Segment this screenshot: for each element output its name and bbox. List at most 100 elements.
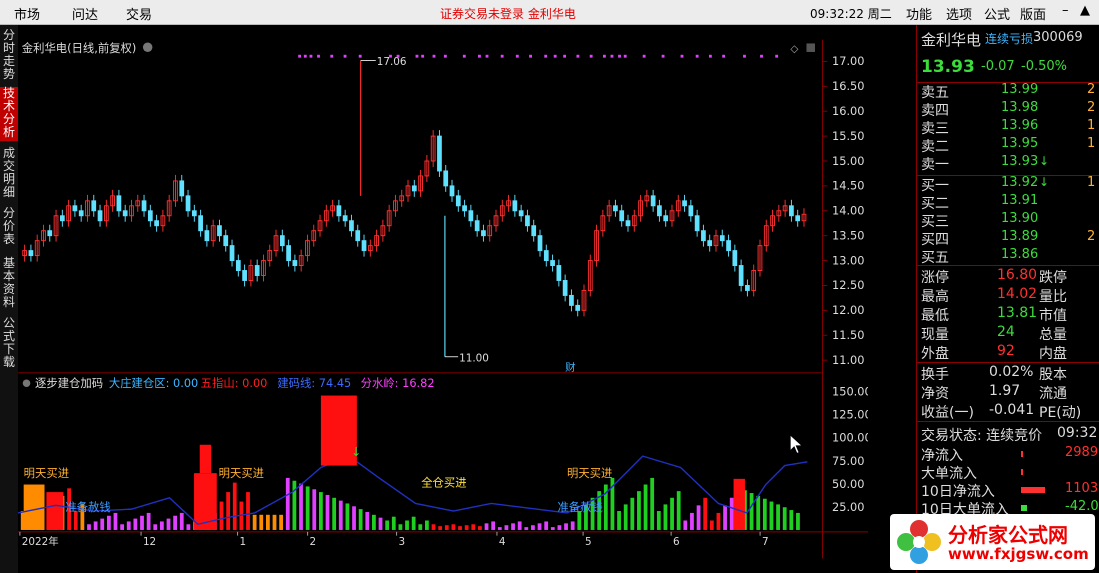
flow-label: 大单流入 xyxy=(921,466,977,482)
indicator-dropdown-icon[interactable] xyxy=(22,379,31,388)
flow-value: 2989 xyxy=(1065,445,1099,460)
stat-label: 现量 xyxy=(921,327,949,343)
tab-price-table[interactable]: 分价表 xyxy=(0,207,18,249)
indicator-tick: 150.00 xyxy=(832,385,868,399)
kline-chart[interactable]: 金利华电(日线,前复权) ◇ 17.00 16.50 16.00 15.50 15.00… xyxy=(18,25,868,573)
stat-label-2: 总量 xyxy=(1039,327,1067,343)
indicator-tick: 50.00 xyxy=(832,477,864,491)
stat2-value: -0.041 xyxy=(989,402,1035,418)
price-tick: 16.00 xyxy=(832,104,864,118)
bid-price: 13.90 xyxy=(1001,211,1039,226)
logo-title: 分析家公式网 xyxy=(948,523,1068,547)
price-tick: 13.50 xyxy=(832,228,864,242)
left-tab-bar: 分时走势 技术分析 成交明细 分价表 基本资料 公式下载 xyxy=(0,25,18,573)
down-arrow-icon: ↓ xyxy=(1039,154,1050,168)
menu-market[interactable]: 市场 xyxy=(14,4,40,23)
indicator-tick: 100.00 xyxy=(832,431,868,445)
ask-label: 卖一 xyxy=(921,157,949,173)
menu-function[interactable]: 功能 xyxy=(906,4,932,23)
price-tick: 15.00 xyxy=(832,154,864,168)
ask-label: 卖五 xyxy=(921,85,949,101)
ask-vol: 2 xyxy=(1087,82,1096,97)
maximize-icon[interactable]: ▲ xyxy=(1080,3,1090,18)
stat-value: 14.02 xyxy=(997,286,1038,302)
stat-label-2: 量比 xyxy=(1039,289,1067,305)
menu-options[interactable]: 选项 xyxy=(946,4,972,23)
menu-wenda[interactable]: 问达 xyxy=(72,4,98,23)
price-tick: 12.00 xyxy=(832,303,864,317)
bid-label: 买四 xyxy=(921,232,949,248)
stat2-label: 换手 xyxy=(921,367,949,383)
stock-code: 300069 xyxy=(1033,30,1083,45)
change-pct: -0.50% xyxy=(1021,59,1067,74)
flow-value: 1103 xyxy=(1065,481,1099,496)
stat-value: 16.80 xyxy=(997,267,1038,283)
stat2-label-2: 流通 xyxy=(1039,386,1067,402)
low-label: 11.00 xyxy=(459,352,489,364)
annotation-buy-2: 明天买进 xyxy=(219,466,264,480)
menu-formula[interactable]: 公式 xyxy=(984,4,1010,23)
bid-price: 13.86 xyxy=(1001,247,1039,262)
price-tick: 15.50 xyxy=(832,129,864,143)
menu-trade[interactable]: 交易 xyxy=(126,4,152,23)
flow-bar xyxy=(1021,505,1027,511)
stat2-label: 收益(一) xyxy=(921,405,974,421)
loss-tag: 连续亏损 xyxy=(985,32,1034,46)
stat2-label-2: PE(动) xyxy=(1039,405,1082,421)
minimize-icon[interactable]: – xyxy=(1062,3,1069,18)
flow-label: 10日净流入 xyxy=(921,484,995,500)
tab-trades[interactable]: 成交明细 xyxy=(0,147,18,201)
tab-formula-download[interactable]: 公式下载 xyxy=(0,317,18,371)
candle xyxy=(437,130,442,177)
stat-value: 92 xyxy=(997,343,1015,359)
bid-price: 13.91 xyxy=(1001,193,1039,208)
down-arrow-icon: ↓ xyxy=(351,445,361,459)
x-tick: 12 xyxy=(143,536,156,548)
logo-url: www.fxjgsw.com xyxy=(948,545,1089,563)
bid-label: 买一 xyxy=(921,178,949,194)
price-tick: 14.50 xyxy=(832,179,864,193)
dropdown-icon[interactable] xyxy=(142,42,153,52)
stat-label-2: 内盘 xyxy=(1039,346,1067,362)
tab-technical[interactable]: 技术分析 xyxy=(0,87,18,141)
x-tick: 5 xyxy=(585,536,592,548)
ask-label: 卖三 xyxy=(921,121,949,137)
tab-intraday[interactable]: 分时走势 xyxy=(0,29,18,83)
annotation-buy-3: 明天买进 xyxy=(567,466,612,480)
ask-label: 卖二 xyxy=(921,139,949,155)
ask-vol: 1 xyxy=(1087,136,1096,151)
panel-settings-icon[interactable] xyxy=(806,43,815,52)
stat-label-2: 跌停 xyxy=(1039,270,1067,286)
x-tick: 2022年 xyxy=(22,535,59,548)
ask-price: 13.93 xyxy=(1001,154,1039,169)
indicator-tick: 75.00 xyxy=(832,454,864,468)
diamond-icon[interactable]: ◇ xyxy=(790,43,798,55)
bid-price: 13.89 xyxy=(1001,229,1039,244)
fin-marker[interactable]: 财 xyxy=(565,361,575,374)
annotation-prepare-1: 准备赦钱 xyxy=(65,500,110,514)
param-fenshuiling: 分水岭: 16.82 xyxy=(361,376,435,390)
stock-name: 金利华电 xyxy=(921,31,982,49)
tab-profile[interactable]: 基本资料 xyxy=(0,257,18,311)
change: -0.07 xyxy=(981,59,1015,74)
ask-price: 13.95 xyxy=(1001,136,1039,151)
menu-layout[interactable]: 版面 xyxy=(1020,4,1046,23)
param-daozhuang: 大庄建仓区: 0.00 xyxy=(109,376,198,390)
bid-label: 买五 xyxy=(921,250,949,266)
bid-price: 13.92 xyxy=(1001,175,1039,190)
stat2-value: 0.02% xyxy=(989,364,1034,380)
down-arrow-icon: ↓ xyxy=(1039,175,1050,189)
login-alert[interactable]: 证券交易未登录 金利华电 xyxy=(440,5,576,22)
ask-vol: 1 xyxy=(1087,118,1096,133)
x-tick: 2 xyxy=(310,536,317,548)
quote-panel: 金利华电 连续亏损 300069 13.93 -0.07 -0.50% 卖五 13… xyxy=(916,25,1099,573)
x-tick: 1 xyxy=(239,536,246,548)
bid-vol: 1 xyxy=(1087,175,1096,190)
flower-logo-icon xyxy=(897,520,941,564)
stat2-label: 净资 xyxy=(921,386,949,402)
indicator-name: 逐步建仓加码 xyxy=(35,376,103,390)
indicator-tick: 125.00 xyxy=(832,408,868,422)
trade-status: 交易状态: 连续竞价 xyxy=(921,428,1043,444)
stat-label: 涨停 xyxy=(921,270,949,286)
price-tick: 16.50 xyxy=(832,79,864,93)
